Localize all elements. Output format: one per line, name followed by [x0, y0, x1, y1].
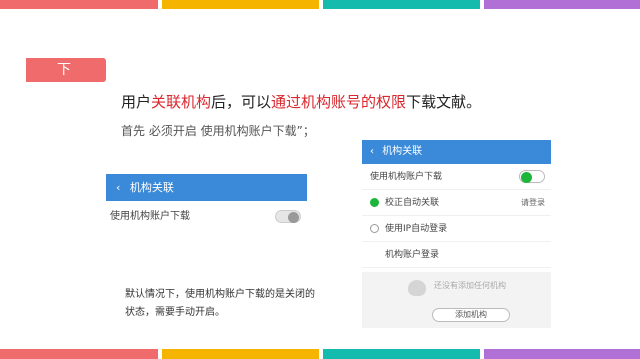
setting-value: 请登录	[521, 198, 545, 207]
big-setting-row-auto[interactable]: 校正自动关联 请登录	[362, 190, 551, 216]
mini-phone-screenshot: ‹ 机构关联 使用机构账户下载	[106, 174, 307, 233]
empty-state-icon	[408, 280, 426, 296]
add-institution-button[interactable]: 添加机构	[432, 308, 510, 322]
heading-highlight: 通过机构账号的权限	[271, 93, 407, 111]
big-setting-row-login[interactable]: 机构账户登录	[362, 242, 551, 268]
chevron-left-icon[interactable]: ‹	[116, 181, 120, 194]
heading-text: 下载文献。	[406, 93, 482, 111]
big-app-bar: ‹ 机构关联	[362, 140, 551, 164]
chevron-left-icon[interactable]: ‹	[370, 146, 374, 157]
toggle-knob	[521, 172, 532, 183]
setting-label: 使用IP自动登录	[385, 224, 448, 234]
big-phone-screenshot: ‹ 机构关联 使用机构账户下载 校正自动关联 请登录 使用IP自动登录 机构账户…	[362, 140, 551, 328]
mini-app-bar-title: 机构关联	[129, 181, 174, 194]
top-color-stripe	[0, 0, 640, 9]
stripe-segment-yellow	[162, 0, 319, 9]
heading-text: 后，可以	[211, 93, 272, 111]
setting-label: 使用机构账户下载	[370, 172, 443, 182]
stripe-segment-purple	[484, 349, 640, 359]
big-app-bar-title: 机构关联	[382, 146, 423, 157]
stripe-segment-red	[0, 349, 158, 359]
mini-app-bar: ‹ 机构关联	[106, 174, 307, 201]
empty-institution-panel: 还没有添加任何机构 添加机构	[362, 272, 551, 328]
stripe-segment-teal	[323, 0, 480, 9]
subtitle: 首先 必须开启 使用机构账户下载”；	[121, 124, 315, 138]
heading-text: 用户	[121, 93, 152, 111]
download-section-tag: 下 载	[26, 58, 106, 102]
big-setting-row-download: 使用机构账户下载	[362, 164, 551, 190]
big-setting-row-ip[interactable]: 使用IP自动登录	[362, 216, 551, 242]
stripe-segment-teal	[323, 349, 480, 359]
setting-label: 校正自动关联	[385, 198, 440, 208]
main-heading: 用户关联机构后，可以通过机构账号的权限下载文献。	[121, 91, 481, 112]
stripe-segment-purple	[484, 0, 640, 9]
empty-state-text: 还没有添加任何机构	[434, 281, 506, 290]
toggle-knob	[288, 212, 299, 223]
mini-setting-row: 使用机构账户下载	[106, 201, 307, 233]
heading-highlight: 关联机构	[151, 93, 212, 111]
check-circle-icon	[370, 198, 379, 207]
stripe-segment-yellow	[162, 349, 319, 359]
stripe-segment-red	[0, 0, 158, 9]
empty-circle-icon	[370, 224, 379, 233]
big-toggle-switch[interactable]	[519, 170, 545, 183]
bottom-color-stripe	[0, 349, 640, 359]
setting-label: 机构账户登录	[385, 250, 440, 260]
mini-setting-label: 使用机构账户下载	[110, 211, 190, 222]
note-text: 默认情况下，使用机构账户下载的是关闭的状态，需要手动开启。	[125, 289, 315, 318]
mini-toggle-switch[interactable]	[275, 210, 301, 223]
